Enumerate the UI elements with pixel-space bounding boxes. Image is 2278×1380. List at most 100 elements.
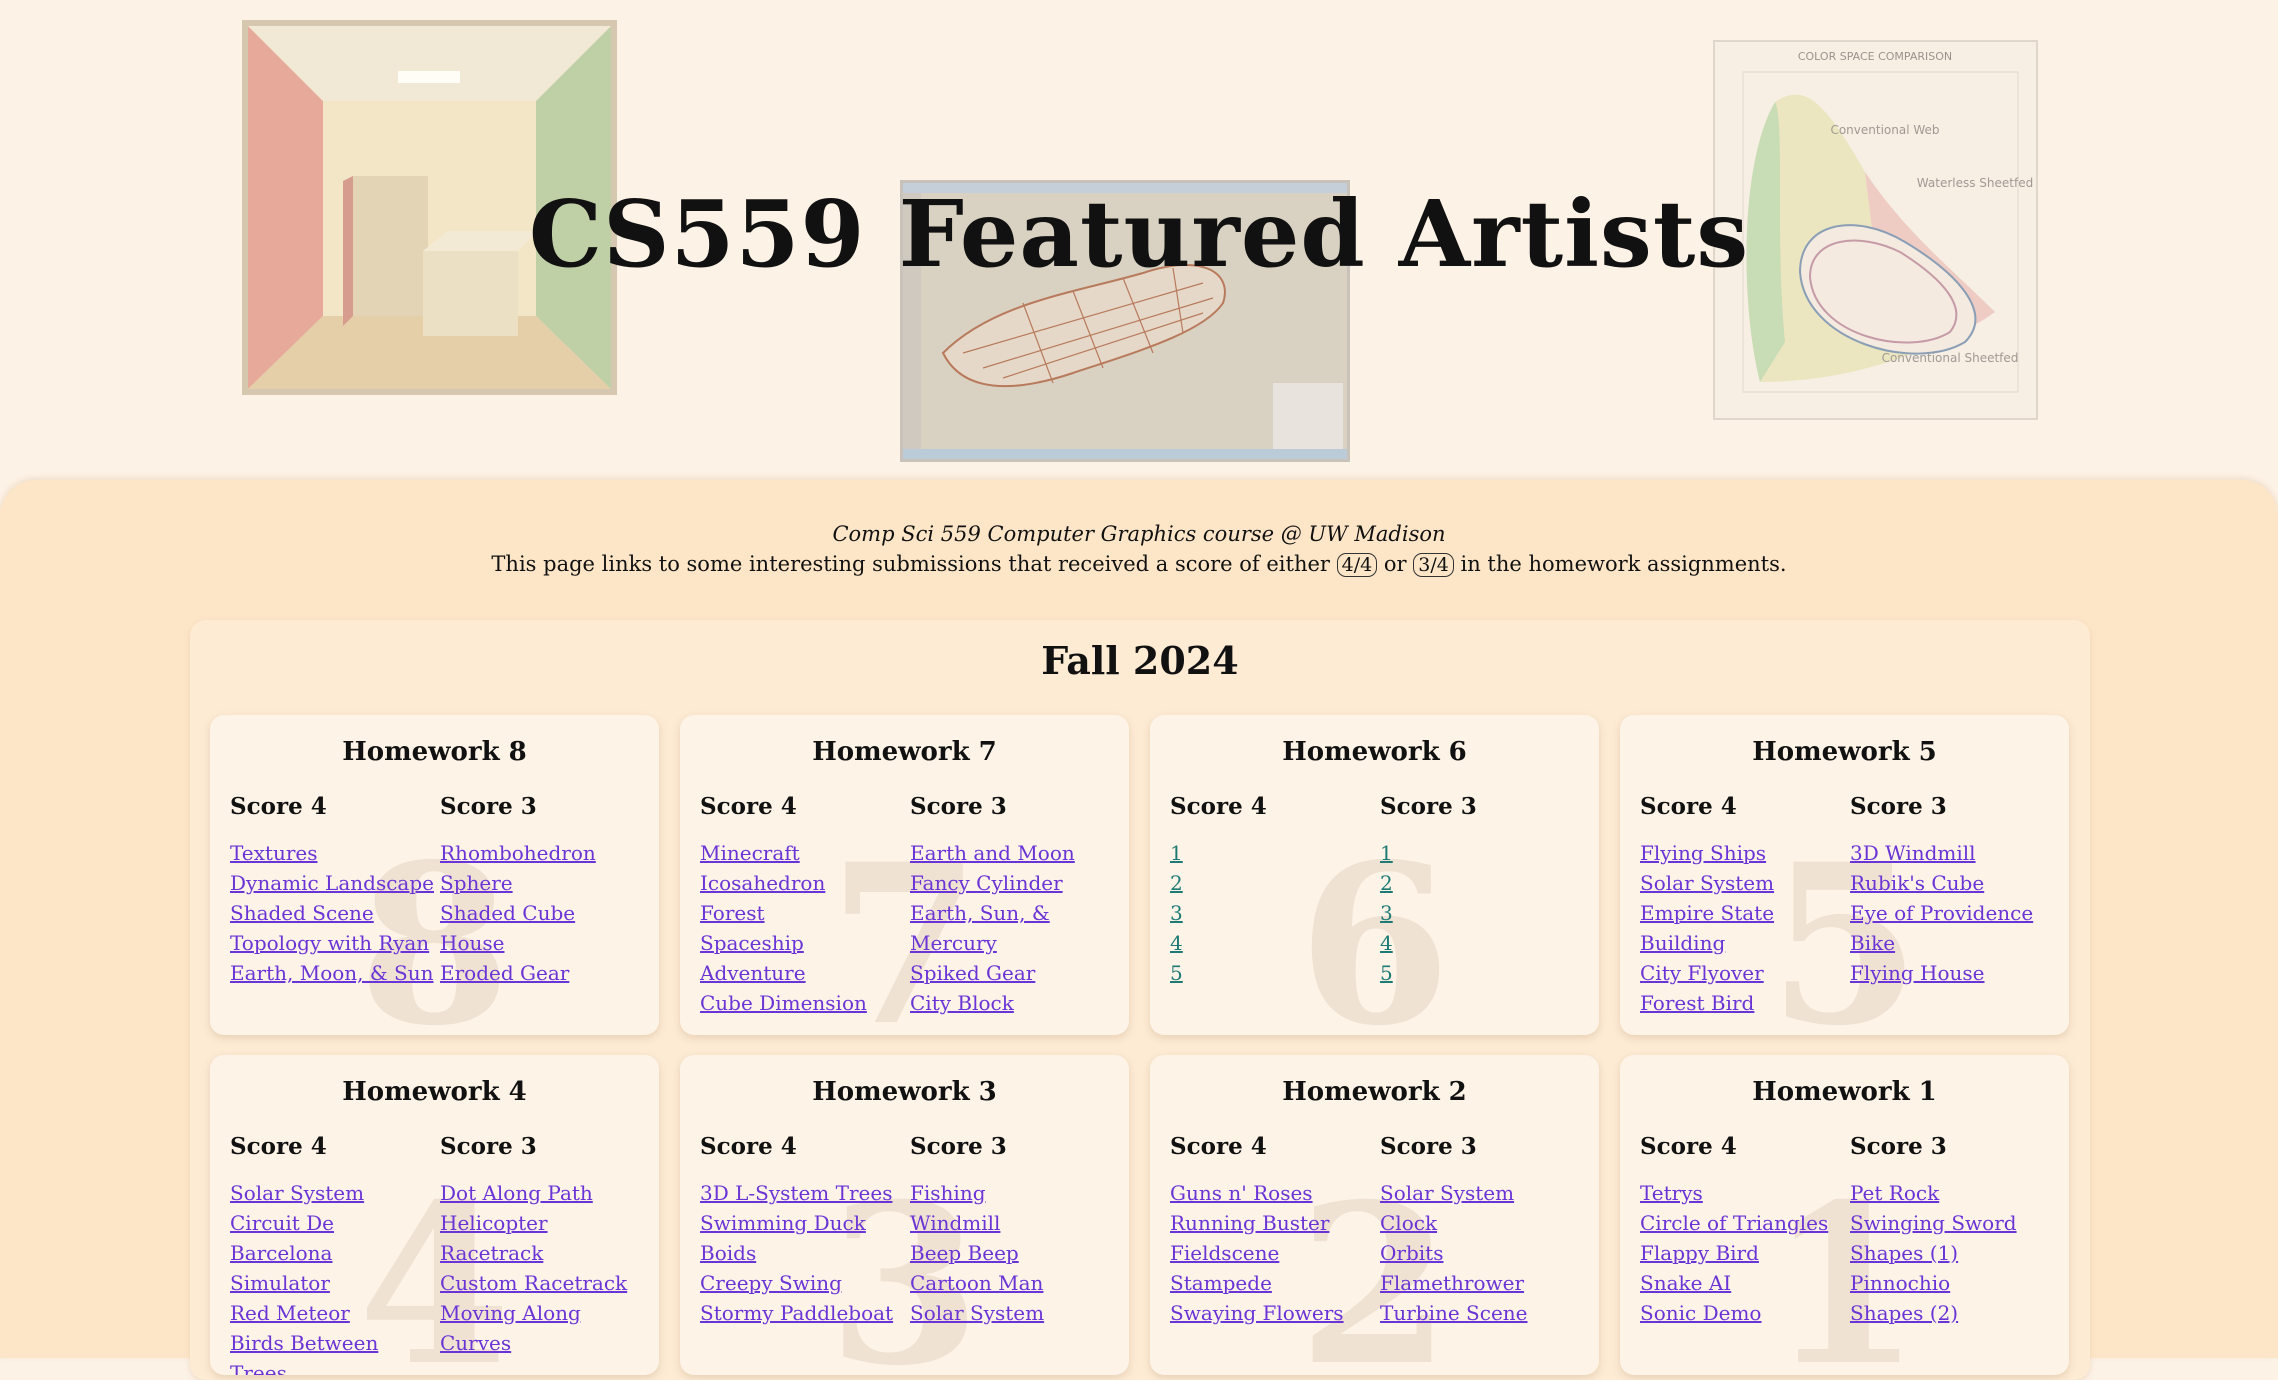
submission-link[interactable]: 4 — [1170, 928, 1380, 958]
submission-link[interactable]: Shapes (2) — [1850, 1298, 2060, 1328]
score-3-heading: Score 3 — [1380, 1133, 1477, 1160]
submission-link[interactable]: Solar System — [230, 1178, 440, 1208]
submission-link[interactable]: City Block — [910, 988, 1120, 1018]
submission-link[interactable]: Topology with Ryan — [230, 928, 440, 958]
submission-link[interactable]: Mercury — [910, 928, 1120, 958]
submission-link[interactable]: Simulator — [230, 1268, 440, 1298]
score-4-heading: Score 4 — [230, 793, 327, 820]
submission-link[interactable]: City Flyover — [1640, 958, 1850, 988]
submission-link[interactable]: Shaded Scene — [230, 898, 440, 928]
submission-link[interactable]: 3 — [1170, 898, 1380, 928]
submission-link[interactable]: Moving Along — [440, 1298, 650, 1328]
score-columns: Score 4 3D L-System Trees Swimming Duck Boi… — [680, 1133, 1129, 1328]
submission-link[interactable]: Tetrys — [1640, 1178, 1850, 1208]
submission-link[interactable]: 3D Windmill — [1850, 838, 2060, 868]
submission-link[interactable]: Flappy Bird — [1640, 1238, 1850, 1268]
intro-text-after: in the homework assignments. — [1453, 552, 1787, 576]
submission-link[interactable]: Textures — [230, 838, 440, 868]
submission-link[interactable]: Earth and Moon — [910, 838, 1120, 868]
submission-link[interactable]: 5 — [1380, 958, 1590, 988]
submission-link[interactable]: House — [440, 928, 650, 958]
submission-link[interactable]: Earth, Moon, & Sun — [230, 958, 440, 988]
submission-link[interactable]: Earth, Sun, & — [910, 898, 1120, 928]
submission-link[interactable]: Flying House — [1850, 958, 2060, 988]
submission-link[interactable]: Windmill — [910, 1208, 1120, 1238]
score-4-column: Score 4 Minecraft Icosahedron Forest Spacesh… — [700, 793, 910, 1018]
submission-link[interactable]: Forest Bird — [1640, 988, 1850, 1018]
intro-text-before: This page links to some interesting subm… — [491, 552, 1337, 576]
submission-link[interactable]: Running Buster — [1170, 1208, 1380, 1238]
submission-link[interactable]: Pet Rock — [1850, 1178, 2060, 1208]
submission-link[interactable]: Curves — [440, 1328, 650, 1358]
homework-card: 3 Homework 3 Score 4 3D L-System Trees Swimm… — [680, 1055, 1129, 1375]
submission-link[interactable]: Spiked Gear — [910, 958, 1120, 988]
submission-link[interactable]: Shapes (1) — [1850, 1238, 2060, 1268]
submission-link[interactable]: Eye of Providence — [1850, 898, 2060, 928]
submission-link[interactable]: Fishing — [910, 1178, 1120, 1208]
submission-link[interactable]: Spaceship — [700, 928, 910, 958]
submission-link[interactable]: Rubik's Cube — [1850, 868, 2060, 898]
page-title: CS559 Featured Artists — [528, 180, 1750, 288]
score-4-heading: Score 4 — [700, 793, 797, 820]
submission-link[interactable]: Stampede — [1170, 1268, 1380, 1298]
submission-link[interactable]: Flamethrower — [1380, 1268, 1590, 1298]
submission-link[interactable]: 1 — [1380, 838, 1590, 868]
submission-link[interactable]: Swinging Sword — [1850, 1208, 2060, 1238]
submission-link[interactable]: Guns n' Roses — [1170, 1178, 1380, 1208]
submission-link[interactable]: Helicopter — [440, 1208, 650, 1238]
submission-link[interactable]: Racetrack — [440, 1238, 650, 1268]
submission-link[interactable]: Sphere — [440, 868, 650, 898]
submission-link[interactable]: 3D L-System Trees — [700, 1178, 910, 1208]
submission-link[interactable]: Stormy Paddleboat — [700, 1298, 910, 1328]
submission-link[interactable]: Birds Between Trees — [230, 1328, 440, 1375]
submission-link[interactable]: Adventure — [700, 958, 910, 988]
submission-link[interactable]: Cube Dimension — [700, 988, 910, 1018]
submission-link[interactable]: Sonic Demo — [1640, 1298, 1850, 1328]
submission-link[interactable]: 1 — [1170, 838, 1380, 868]
submission-link[interactable]: Pinnochio — [1850, 1268, 2060, 1298]
submission-link[interactable]: Clock — [1380, 1208, 1590, 1238]
submission-link[interactable]: Fancy Cylinder — [910, 868, 1120, 898]
score-3-column: Score 3 Pet Rock Swinging Sword Shapes (1) P… — [1850, 1133, 2060, 1328]
submission-link[interactable]: Cartoon Man — [910, 1268, 1120, 1298]
submission-link[interactable]: Shaded Cube — [440, 898, 650, 928]
submission-link[interactable]: Minecraft — [700, 838, 910, 868]
submission-link[interactable]: Eroded Gear — [440, 958, 650, 988]
submission-link[interactable]: Turbine Scene — [1380, 1298, 1590, 1328]
submission-link[interactable]: Fieldscene — [1170, 1238, 1380, 1268]
score-3-column: Score 3 12345 — [1380, 793, 1590, 988]
submission-link[interactable]: Forest — [700, 898, 910, 928]
homework-card: 7 Homework 7 Score 4 Minecraft Icosahedron Fo… — [680, 715, 1129, 1035]
submission-link[interactable]: Swimming Duck — [700, 1208, 910, 1238]
submission-link[interactable]: 2 — [1170, 868, 1380, 898]
submission-link[interactable]: 2 — [1380, 868, 1590, 898]
submission-link[interactable]: 3 — [1380, 898, 1590, 928]
submission-link[interactable]: Solar System — [1380, 1178, 1590, 1208]
submission-link[interactable]: Snake AI — [1640, 1268, 1850, 1298]
submission-link[interactable]: Empire State — [1640, 898, 1850, 928]
submission-link[interactable]: Flying Ships — [1640, 838, 1850, 868]
submission-link[interactable]: Solar System — [1640, 868, 1850, 898]
submission-link[interactable]: Circuit De Barcelona — [230, 1208, 440, 1268]
submission-link[interactable]: Creepy Swing — [700, 1268, 910, 1298]
submission-link[interactable]: Rhombohedron — [440, 838, 650, 868]
score-4-badge: 4/4 — [1336, 553, 1378, 577]
submission-link[interactable]: Icosahedron — [700, 868, 910, 898]
submission-link[interactable]: Dynamic Landscape — [230, 868, 440, 898]
score-columns: Score 4 Flying Ships Solar System Empire St… — [1620, 793, 2069, 1018]
submission-link[interactable]: Solar System — [910, 1298, 1120, 1328]
submission-link[interactable]: Custom Racetrack — [440, 1268, 650, 1298]
submission-link[interactable]: Boids — [700, 1238, 910, 1268]
submission-link[interactable]: 4 — [1380, 928, 1590, 958]
submission-link[interactable]: Swaying Flowers — [1170, 1298, 1380, 1328]
submission-link[interactable]: Circle of Triangles — [1640, 1208, 1850, 1238]
submission-link[interactable]: Dot Along Path — [440, 1178, 650, 1208]
submission-link[interactable]: Building — [1640, 928, 1850, 958]
course-subtitle: Comp Sci 559 Computer Graphics course @ … — [832, 522, 1446, 546]
submission-link[interactable]: 5 — [1170, 958, 1380, 988]
submission-link[interactable]: Red Meteor — [230, 1298, 440, 1328]
submission-link[interactable]: Orbits — [1380, 1238, 1590, 1268]
submission-link[interactable]: Bike — [1850, 928, 2060, 958]
score-4-column: Score 4 Flying Ships Solar System Empire St… — [1640, 793, 1850, 1018]
submission-link[interactable]: Beep Beep — [910, 1238, 1120, 1268]
